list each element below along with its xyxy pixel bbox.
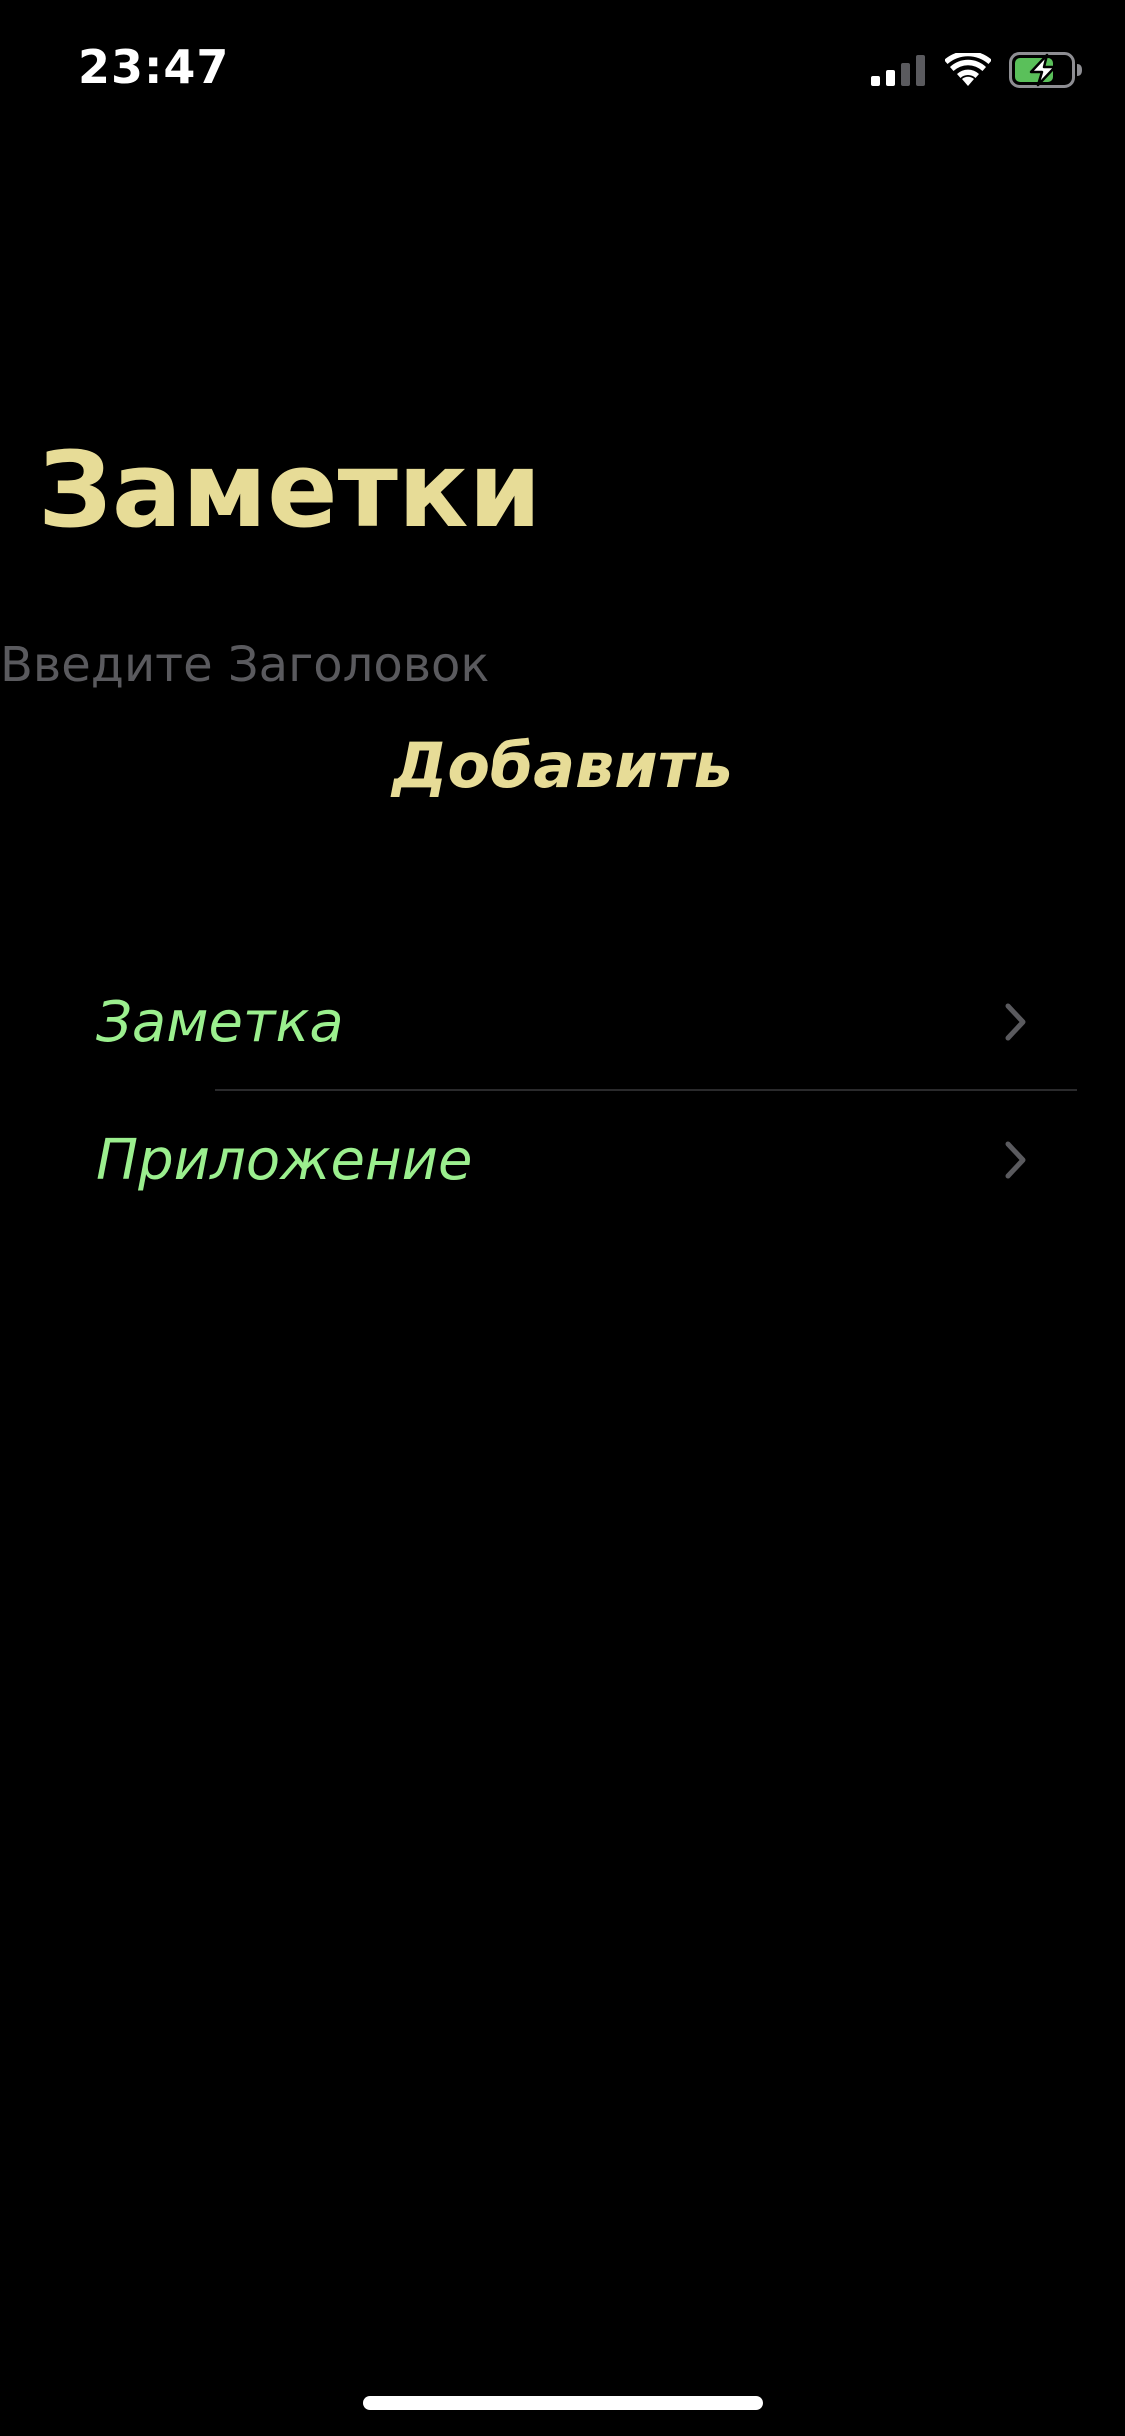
list-item-label: Приложение	[96, 1127, 473, 1193]
status-time: 23:47	[78, 40, 230, 94]
page-title: Заметки	[38, 429, 542, 551]
status-bar: 23:47	[0, 0, 1125, 140]
chevron-right-icon	[1005, 1141, 1026, 1179]
title-input[interactable]	[0, 630, 700, 700]
add-button[interactable]: Добавить	[0, 720, 1125, 810]
status-icons	[871, 48, 1083, 92]
notes-list: Заметка Приложение	[0, 953, 1125, 1229]
home-indicator[interactable]	[363, 2396, 763, 2410]
list-item-label: Заметка	[96, 989, 344, 1055]
list-item-app[interactable]: Приложение	[0, 1091, 1125, 1229]
chevron-right-icon	[1005, 1003, 1026, 1041]
signal-icon	[871, 55, 925, 86]
wifi-icon	[945, 53, 991, 86]
list-item-note[interactable]: Заметка	[0, 953, 1125, 1091]
battery-charging-icon	[1009, 52, 1082, 88]
